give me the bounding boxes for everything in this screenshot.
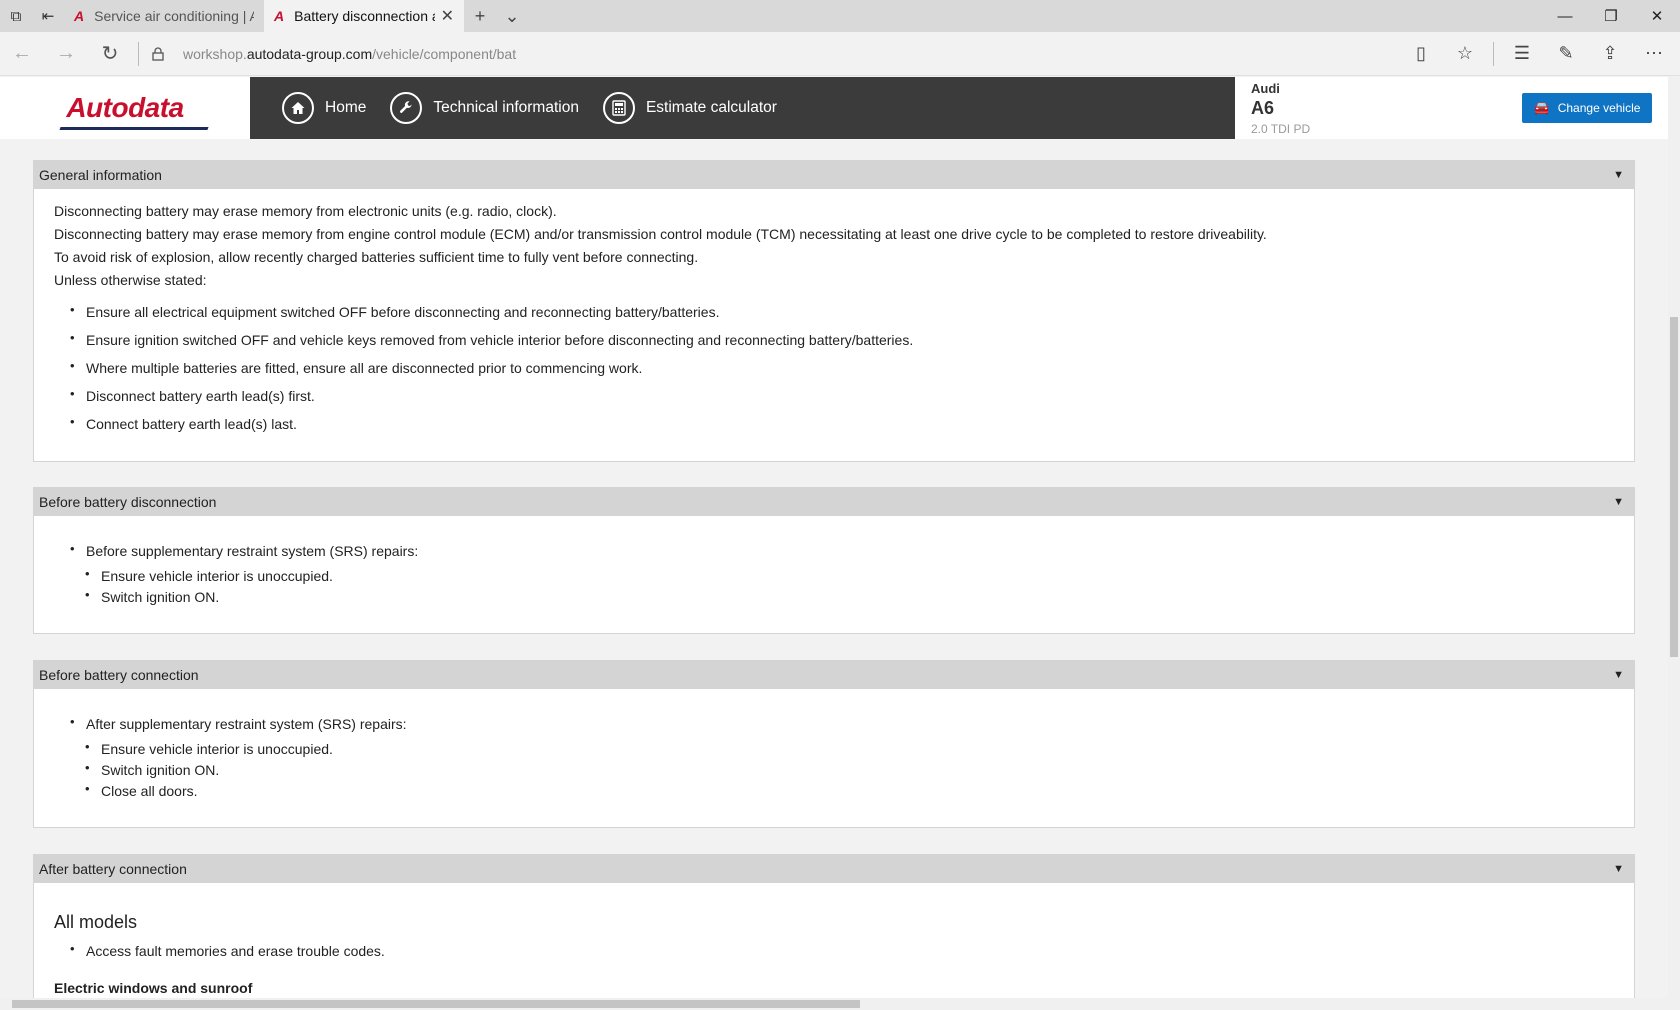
nav-label: Technical information xyxy=(433,99,579,116)
list-item: Close all doors. xyxy=(85,778,1634,802)
wrench-icon xyxy=(390,92,423,124)
vehicle-panel: Audi A6 2.0 TDI PD 🚘 Change vehicle xyxy=(1235,77,1668,139)
section-header[interactable]: Before battery connection ▼ xyxy=(34,661,1634,689)
collapse-caret-icon[interactable]: ▼ xyxy=(1613,496,1624,508)
change-vehicle-button[interactable]: 🚘 Change vehicle xyxy=(1522,93,1652,123)
vertical-scrollbar[interactable] xyxy=(1668,77,1680,998)
list-item: Disconnect battery earth lead(s) first. xyxy=(70,382,1634,408)
info-line: Disconnecting battery may erase memory f… xyxy=(54,203,557,219)
section-before-disconnection: Before battery disconnection ▼ Before su… xyxy=(33,487,1635,634)
main-content: General information ▼ Disconnecting batt… xyxy=(0,139,1668,998)
tab-title: Service air conditioning | Au xyxy=(94,8,254,24)
browser-tab-active[interactable]: A Battery disconnection a ✕ xyxy=(264,0,464,32)
subsection-heading: Electric windows and sunroof xyxy=(54,980,253,996)
list-item: Where multiple batteries are fitted, ens… xyxy=(70,354,1634,380)
list-item: Ensure vehicle interior is unoccupied. xyxy=(85,736,1634,760)
reading-view-icon[interactable]: ▯ xyxy=(1399,32,1443,76)
close-window-icon[interactable]: ✕ xyxy=(1634,0,1680,32)
app-header: Autodata Home Technical information Esti… xyxy=(0,77,1668,139)
vehicle-engine: 2.0 TDI PD xyxy=(1251,121,1311,136)
collapse-caret-icon[interactable]: ▼ xyxy=(1613,863,1624,875)
list-item: Switch ignition ON. xyxy=(85,584,1634,608)
list-item: Ensure vehicle interior is unoccupied. xyxy=(85,563,1634,587)
address-bar: ← → ↻ workshop.autodata-group.com/vehicl… xyxy=(0,32,1680,76)
new-tab-icon[interactable]: + xyxy=(464,0,496,32)
hub-icon[interactable]: ☰ xyxy=(1500,32,1544,76)
horizontal-scroll-thumb[interactable] xyxy=(12,1000,860,1008)
forward-arrow-icon[interactable]: → xyxy=(44,32,88,76)
nav-label: Estimate calculator xyxy=(645,99,777,116)
favorite-star-icon[interactable]: ☆ xyxy=(1443,32,1487,76)
list-item: Ensure ignition switched OFF and vehicle… xyxy=(70,326,1634,352)
section-header[interactable]: Before battery disconnection ▼ xyxy=(34,488,1634,516)
info-line: To avoid risk of explosion, allow recent… xyxy=(54,249,699,265)
lock-icon[interactable] xyxy=(145,46,171,61)
collapse-caret-icon[interactable]: ▼ xyxy=(1613,669,1624,681)
horizontal-scrollbar[interactable] xyxy=(0,998,1680,1010)
tab-manager-icon[interactable]: ⧉ xyxy=(0,0,32,32)
url-field[interactable]: workshop.autodata-group.com/vehicle/comp… xyxy=(183,46,1399,62)
section-general-information: General information ▼ Disconnecting batt… xyxy=(33,160,1635,462)
autodata-favicon-icon: A xyxy=(274,8,285,24)
section-header[interactable]: After battery connection ▼ xyxy=(34,855,1634,883)
vertical-scroll-thumb[interactable] xyxy=(1670,317,1678,657)
nav-label: Home xyxy=(325,99,367,116)
list-item: Ensure all electrical equipment switched… xyxy=(70,298,1634,324)
nav-estimate-calculator[interactable]: Estimate calculator xyxy=(602,92,777,124)
vehicle-model: A6 xyxy=(1251,97,1275,118)
list-item: Before supplementary restraint system (S… xyxy=(70,537,1634,563)
collapse-caret-icon[interactable]: ▼ xyxy=(1613,169,1624,181)
info-line: Disconnecting battery may erase memory f… xyxy=(54,226,1267,242)
section-after-connection: After battery connection ▼ All models Ac… xyxy=(33,854,1635,998)
autodata-favicon-icon: A xyxy=(74,8,85,24)
vehicle-make: Audi xyxy=(1251,80,1280,96)
share-icon[interactable]: ⇪ xyxy=(1588,32,1632,76)
restore-window-icon[interactable]: ❐ xyxy=(1588,0,1634,32)
home-icon xyxy=(282,92,314,124)
tab-title: Battery disconnection a xyxy=(294,8,435,24)
calculator-icon xyxy=(602,92,635,124)
minimize-window-icon[interactable]: — xyxy=(1542,0,1588,32)
set-aside-tabs-icon[interactable]: ⇤ xyxy=(32,0,64,32)
toolbar-divider xyxy=(138,41,139,66)
list-item: Access fault memories and erase trouble … xyxy=(70,937,1634,963)
back-arrow-icon[interactable]: ← xyxy=(0,32,44,76)
browser-tab[interactable]: A Service air conditioning | Au xyxy=(64,0,264,32)
close-tab-icon[interactable]: ✕ xyxy=(441,6,454,26)
main-navigation: Home Technical information Estimate calc… xyxy=(250,77,1235,139)
info-line: Unless otherwise stated: xyxy=(54,272,207,288)
section-header[interactable]: General information ▼ xyxy=(34,161,1634,189)
nav-technical-information[interactable]: Technical information xyxy=(390,92,579,124)
models-heading: All models xyxy=(54,912,138,932)
autodata-logo[interactable]: Autodata xyxy=(0,77,250,139)
web-note-pen-icon[interactable]: ✎ xyxy=(1544,32,1588,76)
nav-home[interactable]: Home xyxy=(282,92,366,124)
list-item: After supplementary restraint system (SR… xyxy=(70,710,1634,736)
browser-tab-bar: ⧉ ⇤ A Service air conditioning | Au A Ba… xyxy=(0,0,1680,32)
section-before-connection: Before battery connection ▼ After supple… xyxy=(33,660,1635,828)
car-icon: 🚘 xyxy=(1533,100,1550,115)
tab-list-chevron-icon[interactable]: ⌄ xyxy=(496,0,528,32)
refresh-icon[interactable]: ↻ xyxy=(88,32,132,76)
toolbar-divider xyxy=(1493,41,1494,66)
list-item: Switch ignition ON. xyxy=(85,757,1634,781)
list-item: Connect battery earth lead(s) last. xyxy=(70,410,1634,436)
more-options-icon[interactable]: ⋯ xyxy=(1632,32,1676,76)
